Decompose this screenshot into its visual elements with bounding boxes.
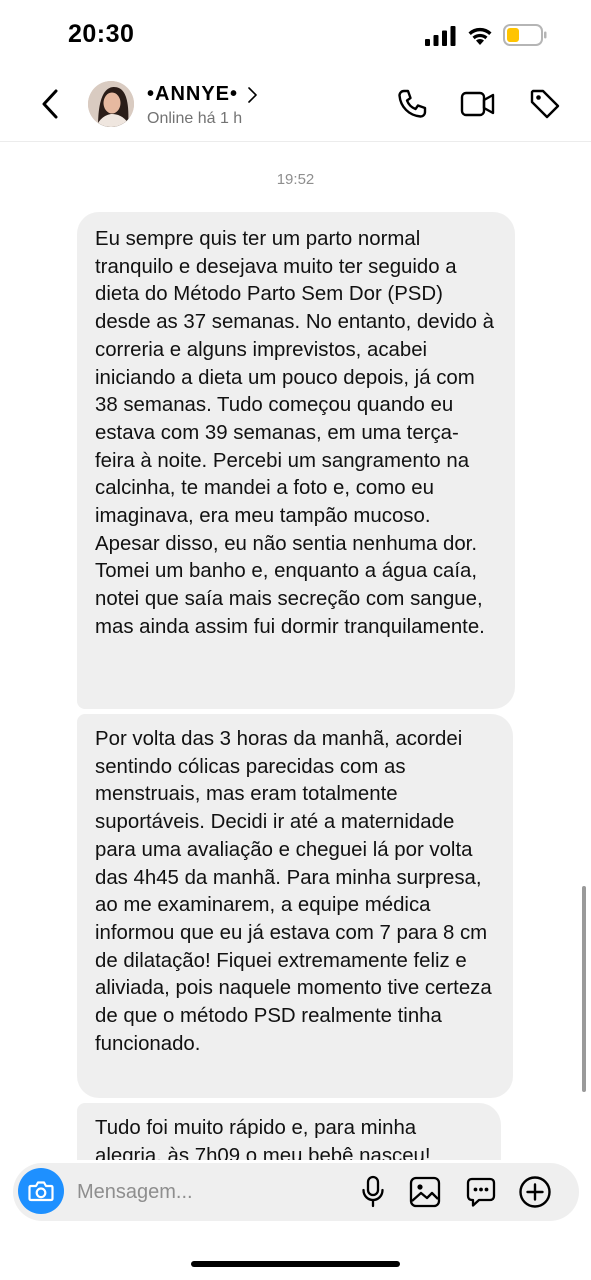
chevron-left-icon: [42, 89, 58, 119]
contact-status: Online há 1 h: [147, 110, 243, 127]
signal-icon: [425, 26, 456, 46]
phone-icon: [398, 89, 427, 118]
contact-name[interactable]: •ANNYE•: [147, 83, 238, 106]
camera-icon: [28, 1181, 54, 1202]
avatar[interactable]: [88, 81, 134, 127]
wifi-icon: [468, 27, 492, 45]
home-indicator[interactable]: [191, 1261, 400, 1267]
battery-icon: [503, 24, 547, 46]
message-bubble[interactable]: Eu sempre quis ter um parto normal tranq…: [77, 212, 515, 709]
status-time: 20:30: [68, 20, 135, 48]
add-button[interactable]: [518, 1175, 552, 1209]
microphone-button[interactable]: [356, 1175, 390, 1209]
image-gallery-icon: [409, 1176, 441, 1208]
message-timestamp: 19:52: [276, 171, 315, 188]
chat-header: •ANNYE• Online há 1 h: [0, 70, 591, 142]
sticker-icon: [466, 1177, 496, 1207]
voice-call-button[interactable]: [394, 86, 430, 122]
back-button[interactable]: [34, 84, 66, 124]
message-input[interactable]: [77, 1177, 347, 1207]
video-camera-icon: [460, 91, 495, 117]
scrollbar[interactable]: [582, 886, 586, 1092]
microphone-icon: [362, 1175, 384, 1208]
video-call-button[interactable]: [460, 86, 496, 122]
avatar-photo: [88, 81, 134, 127]
gallery-button[interactable]: [408, 1175, 442, 1209]
tag-icon: [530, 89, 560, 119]
plus-circle-icon: [519, 1176, 551, 1208]
tag-button[interactable]: [527, 86, 563, 122]
contact-name-row[interactable]: •ANNYE•: [147, 83, 258, 106]
message-bubble[interactable]: Por volta das 3 horas da manhã, acordei …: [77, 714, 513, 1098]
sticker-button[interactable]: [464, 1175, 498, 1209]
camera-button[interactable]: [18, 1168, 64, 1214]
message-composer: [13, 1163, 579, 1221]
chevron-right-icon: [248, 86, 257, 103]
status-bar: 20:30: [0, 0, 591, 70]
